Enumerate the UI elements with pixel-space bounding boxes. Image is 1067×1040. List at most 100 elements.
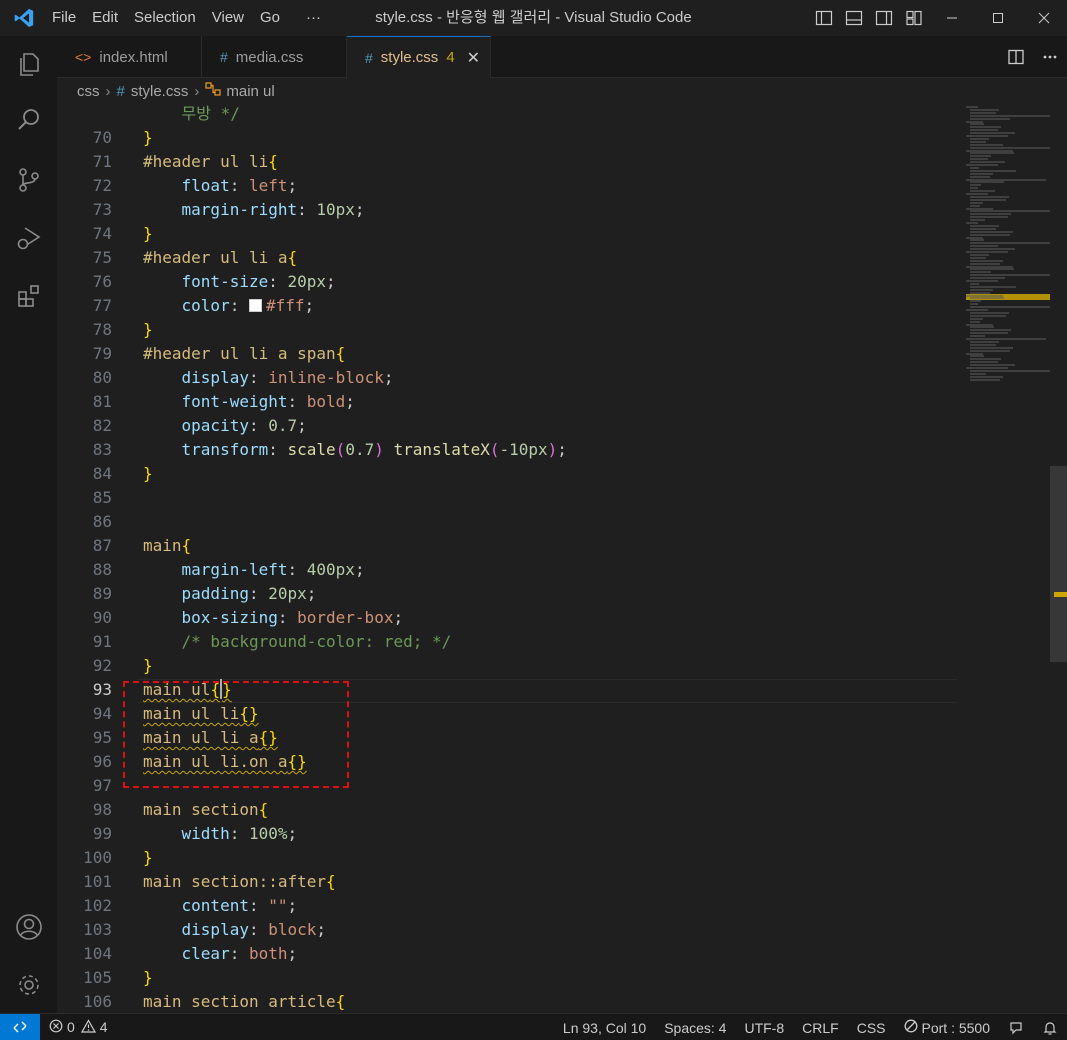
close-tab-icon[interactable]: ✕ (467, 48, 480, 68)
code-token: ; (287, 176, 298, 195)
code-line[interactable]: 105} (57, 966, 957, 990)
code-line[interactable]: 79 #header ul li a span{ (57, 342, 957, 366)
minimap-line (970, 262, 1000, 265)
extensions-icon[interactable] (0, 272, 57, 320)
menu-go[interactable]: Go (252, 0, 288, 36)
code-line[interactable]: 82 opacity: 0.7; (57, 414, 957, 438)
minimap-line (966, 323, 993, 326)
maximize-button[interactable] (975, 0, 1021, 36)
minimize-button[interactable] (929, 0, 975, 36)
code-token: left (248, 176, 288, 195)
accounts-icon[interactable] (0, 903, 57, 951)
code-line[interactable]: 88 margin-left: 400px; (57, 558, 957, 582)
code-line[interactable]: 100} (57, 846, 957, 870)
code-line[interactable]: 80 display: inline-block; (57, 366, 957, 390)
run-and-debug-icon[interactable] (0, 214, 57, 262)
minimap-line (970, 166, 979, 169)
line-code: main{ (143, 534, 191, 558)
tab-label: media.css (235, 48, 304, 66)
menu-selection[interactable]: Selection (126, 0, 204, 36)
close-window-button[interactable] (1021, 0, 1067, 36)
minimap[interactable] (963, 104, 1053, 1013)
language-mode[interactable]: CSS (848, 1014, 895, 1040)
code-token: } (143, 848, 153, 867)
code-line[interactable]: 81 font-weight: bold; (57, 390, 957, 414)
menu-file[interactable]: File (48, 0, 84, 36)
code-line[interactable]: 72 float: left; (57, 174, 957, 198)
code-line[interactable]: 77 color: #fff; (57, 294, 957, 318)
tab-style-css[interactable]: # style.css 4 ✕ (347, 36, 491, 78)
minimap-line (970, 219, 985, 222)
code-token: 20px (268, 584, 307, 603)
breadcrumb-folder[interactable]: css (77, 83, 100, 100)
code-line[interactable]: 89 padding: 20px; (57, 582, 957, 606)
minimap-line (970, 126, 1001, 129)
problems-indicator[interactable]: 0 4 (40, 1014, 117, 1040)
code-line[interactable]: 104 clear: both; (57, 942, 957, 966)
cursor-position[interactable]: Ln 93, Col 10 (554, 1014, 655, 1040)
split-editor-icon[interactable] (999, 36, 1033, 78)
minimap-line (970, 195, 1009, 198)
code-token: transform (181, 440, 269, 459)
code-line[interactable]: 84} (57, 462, 957, 486)
code-line[interactable]: 무방 */ (57, 104, 957, 126)
breadcrumb-symbol[interactable]: main ul (226, 83, 274, 100)
line-number: 82 (92, 416, 112, 435)
code-line[interactable]: 83 transform: scale(0.7) translateX(-10p… (57, 438, 957, 462)
explorer-icon[interactable] (0, 40, 57, 88)
code-editor[interactable]: 무방 */70} 71 #header ul li{72 float: left; 7… (57, 104, 1067, 1013)
menu-more[interactable]: ··· (298, 0, 329, 36)
code-line[interactable]: 71 #header ul li{ (57, 150, 957, 174)
code-token: { (335, 992, 346, 1011)
code-line[interactable]: 103 display: block; (57, 918, 957, 942)
encoding[interactable]: UTF-8 (735, 1014, 793, 1040)
code-line[interactable]: 78} (57, 318, 957, 342)
code-line[interactable]: 74} (57, 222, 957, 246)
manage-gear-icon[interactable] (0, 961, 57, 1009)
code-token: { (268, 152, 278, 171)
code-line[interactable]: 102 content: ""; (57, 894, 957, 918)
code-token: } (143, 464, 153, 483)
menu-edit[interactable]: Edit (84, 0, 126, 36)
code-line[interactable]: 101 main section::after{ (57, 870, 957, 894)
code-line[interactable]: 73 margin-right: 10px; (57, 198, 957, 222)
toggle-panel-icon[interactable] (839, 0, 869, 36)
line-number: 104 (83, 944, 112, 963)
menu-view[interactable]: View (204, 0, 252, 36)
code-line[interactable]: 75 #header ul li a{ (57, 246, 957, 270)
toggle-primary-sidebar-icon[interactable] (809, 0, 839, 36)
feedback-icon[interactable] (999, 1014, 1033, 1040)
search-icon[interactable] (0, 96, 57, 144)
customize-layout-icon[interactable] (899, 0, 929, 36)
more-actions-icon[interactable] (1033, 36, 1067, 78)
code-line[interactable]: 90 box-sizing: border-box; (57, 606, 957, 630)
code-line[interactable]: 106 main section article{ (57, 990, 957, 1013)
live-server-port[interactable]: Port : 5500 (895, 1014, 1000, 1040)
indentation[interactable]: Spaces: 4 (655, 1014, 735, 1040)
code-line[interactable]: 86 (57, 510, 957, 534)
code-line[interactable]: 98 main section{ (57, 798, 957, 822)
code-line[interactable]: 85 (57, 486, 957, 510)
code-line[interactable]: 91 /* background-color: red; */ (57, 630, 957, 654)
code-token: 20px (287, 272, 327, 291)
remote-indicator-icon[interactable] (0, 1013, 40, 1040)
code-token: float (181, 176, 230, 195)
tab-media-css[interactable]: # media.css (202, 36, 347, 78)
code-line[interactable]: 87 main{ (57, 534, 957, 558)
code-line[interactable]: 92} (57, 654, 957, 678)
code-line[interactable]: 99 width: 100%; (57, 822, 957, 846)
tab-index-html[interactable]: <> index.html (57, 36, 202, 78)
code-line[interactable]: 76 font-size: 20px; (57, 270, 957, 294)
toggle-secondary-sidebar-icon[interactable] (869, 0, 899, 36)
breadcrumb-file[interactable]: style.css (131, 83, 189, 100)
vertical-scrollbar[interactable] (1050, 466, 1067, 662)
code-line[interactable]: 70} (57, 126, 957, 150)
line-code: } (143, 318, 153, 342)
end-of-line[interactable]: CRLF (793, 1014, 848, 1040)
source-control-icon[interactable] (0, 156, 57, 204)
code-token: { (326, 872, 336, 891)
notifications-bell-icon[interactable] (1033, 1014, 1067, 1040)
